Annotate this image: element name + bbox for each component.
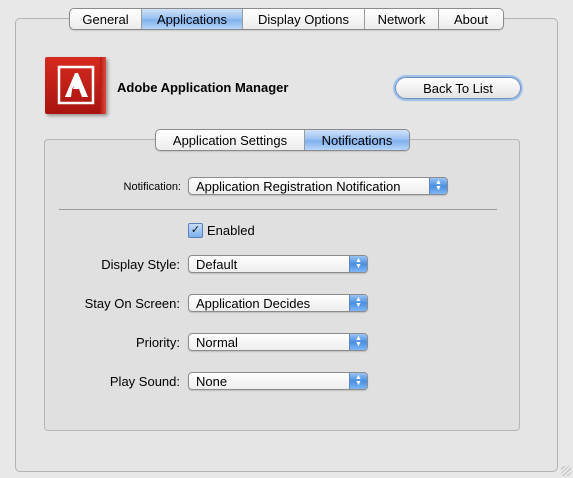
popup-arrows-icon: ▲ ▼ xyxy=(349,373,367,389)
stay-on-screen-select[interactable]: Application Decides ▲ ▼ xyxy=(188,294,368,312)
stay-on-screen-value: Application Decides xyxy=(196,295,311,311)
play-sound-label: Play Sound: xyxy=(109,374,180,389)
popup-arrows-icon: ▲ ▼ xyxy=(349,334,367,350)
checkmark-icon: ✓ xyxy=(190,224,201,236)
tab-general[interactable]: General xyxy=(70,9,141,29)
popup-arrows-icon: ▲ ▼ xyxy=(429,178,447,194)
display-style-label: Display Style: xyxy=(101,257,180,272)
popup-arrows-icon: ▲ ▼ xyxy=(349,256,367,272)
back-to-list-button[interactable]: Back To List xyxy=(395,77,521,99)
notification-label: Notification: xyxy=(123,181,181,193)
priority-value: Normal xyxy=(196,334,238,350)
play-sound-value: None xyxy=(196,373,228,389)
divider xyxy=(59,209,497,210)
tab-application-settings[interactable]: Application Settings xyxy=(156,130,304,150)
tab-about[interactable]: About xyxy=(438,9,503,29)
adobe-logo-icon xyxy=(45,57,106,114)
popup-arrows-icon: ▲ ▼ xyxy=(349,295,367,311)
stay-on-screen-label: Stay On Screen: xyxy=(84,296,180,311)
enabled-checkbox[interactable]: ✓ xyxy=(188,223,203,238)
tab-notifications[interactable]: Notifications xyxy=(304,130,409,150)
top-tab-bar: General Applications Display Options Net… xyxy=(69,8,504,30)
notification-select[interactable]: Application Registration Notification ▲ ▼ xyxy=(188,177,448,195)
priority-label: Priority: xyxy=(135,335,180,350)
priority-select[interactable]: Normal ▲ ▼ xyxy=(188,333,368,351)
display-style-value: Default xyxy=(196,256,238,272)
resize-grip-icon[interactable] xyxy=(561,466,571,476)
sub-tab-bar: Application Settings Notifications xyxy=(155,129,410,151)
app-title: Adobe Application Manager xyxy=(117,80,289,95)
display-style-select[interactable]: Default ▲ ▼ xyxy=(188,255,368,273)
tab-display-options[interactable]: Display Options xyxy=(242,9,364,29)
play-sound-select[interactable]: None ▲ ▼ xyxy=(188,372,368,390)
tab-network[interactable]: Network xyxy=(364,9,438,29)
tab-applications[interactable]: Applications xyxy=(141,9,242,29)
enabled-label[interactable]: Enabled xyxy=(207,223,255,238)
notification-select-value: Application Registration Notification xyxy=(196,178,401,194)
